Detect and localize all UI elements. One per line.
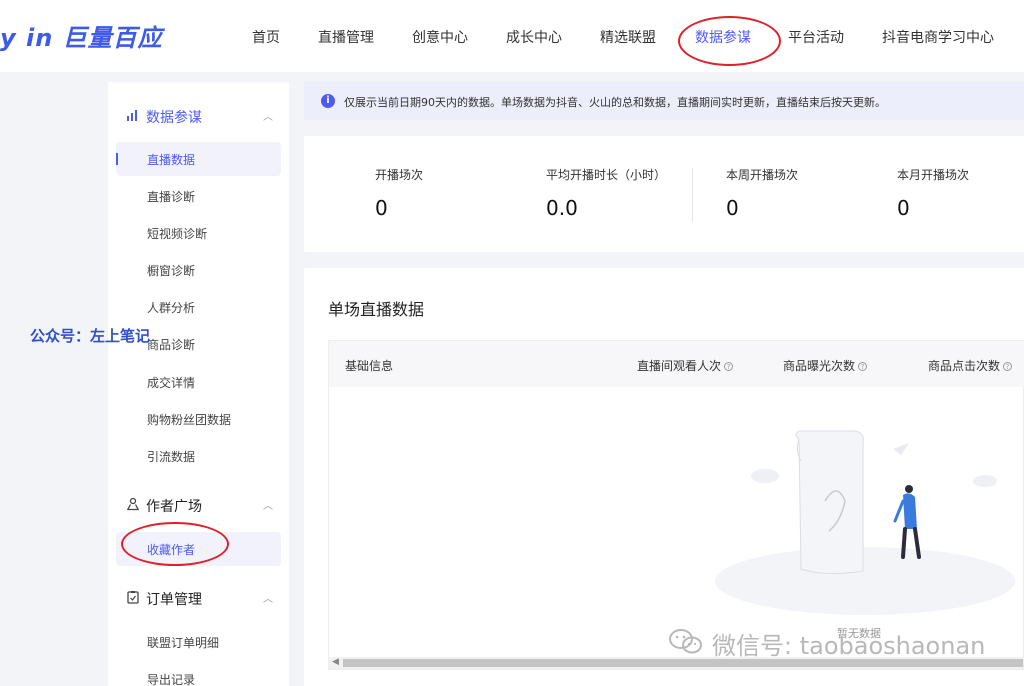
sidebar-item-alliance-orders[interactable]: 联盟订单明细: [116, 625, 281, 659]
divider: [692, 168, 693, 222]
stat-label: 本周开播场次: [726, 168, 799, 182]
help-icon[interactable]: ?: [1003, 362, 1013, 371]
sidebar-item-label: 橱窗诊断: [147, 264, 196, 278]
wechat-icon: [669, 629, 702, 654]
stat-week-count: 本周开播场次 0: [726, 166, 799, 220]
data-table: 基础信息 直播间观看人次? 商品曝光次数? 商品点击次数? 暂无数据 ◀: [328, 340, 1024, 670]
stat-label: 开播场次: [375, 168, 424, 182]
active-indicator: [116, 153, 118, 165]
chart-icon: [126, 108, 140, 122]
nav-learning-center[interactable]: 抖音电商学习中心: [882, 27, 994, 47]
notice-banner: i 仅展示当前日期90天内的数据。单场数据为抖音、火山的总和数据，直播期间实时更…: [304, 82, 1024, 120]
stat-value: 0: [726, 196, 739, 220]
sidebar-item-label: 商品诊断: [147, 338, 196, 352]
sidebar-item-export-records[interactable]: 导出记录: [116, 662, 281, 686]
sidebar-item-window-diagnosis[interactable]: 橱窗诊断: [116, 253, 281, 287]
column-header: 直播间观看人次?: [637, 357, 734, 374]
sidebar-group-order-management[interactable]: 订单管理 ︿: [108, 578, 289, 618]
sidebar-group-label: 订单管理: [146, 592, 202, 608]
sidebar-item-label: 收藏作者: [147, 543, 196, 557]
nav-home[interactable]: 首页: [252, 27, 280, 47]
sidebar-item-label: 导出记录: [147, 673, 196, 686]
info-icon: i: [321, 94, 335, 108]
nav-growth-center[interactable]: 成长中心: [506, 27, 562, 47]
top-navigation: y in 巨量百应 首页 直播管理 创意中心 成长中心 精选联盟 数据参谋 平台…: [0, 0, 1024, 72]
sidebar-item-label: 人群分析: [147, 301, 196, 315]
stat-avg-duration: 平均开播时长（小时） 0.0: [546, 166, 667, 220]
nav-creative-center[interactable]: 创意中心: [412, 27, 468, 47]
watermark-text: 公众号：左上笔记: [30, 327, 151, 345]
sidebar-group-label: 作者广场: [146, 499, 202, 515]
stat-live-count: 开播场次 0: [375, 166, 424, 220]
column-header: 基础信息: [345, 357, 393, 374]
sidebar-item-label: 联盟订单明细: [147, 636, 220, 650]
sidebar-group-data-advisor[interactable]: 数据参谋 ︿: [108, 96, 289, 136]
sidebar-group-author-square[interactable]: 作者广场 ︿: [108, 485, 289, 525]
chevron-up-icon: ︿: [263, 594, 273, 605]
stat-value: 0.0: [546, 196, 578, 220]
single-live-data-panel: 单场直播数据 基础信息 直播间观看人次? 商品曝光次数? 商品点击次数? 暂无数…: [304, 268, 1024, 686]
sidebar-item-label: 引流数据: [147, 450, 196, 464]
help-icon[interactable]: ?: [858, 362, 868, 371]
table-header: 基础信息 直播间观看人次? 商品曝光次数? 商品点击次数?: [329, 341, 1024, 387]
sidebar-item-label: 直播数据: [147, 153, 196, 167]
sidebar-item-traffic-data[interactable]: 引流数据: [116, 439, 281, 473]
sidebar-group-label: 数据参谋: [146, 110, 202, 126]
nav-selected-alliance[interactable]: 精选联盟: [600, 27, 656, 47]
stat-value: 0: [375, 196, 388, 220]
nav-data-advisor[interactable]: 数据参谋: [695, 27, 751, 47]
clipboard-icon: [126, 590, 140, 604]
column-header-label: 基础信息: [345, 359, 394, 373]
stat-label: 本月开播场次: [897, 168, 970, 182]
sidebar: 数据参谋 ︿ 直播数据 直播诊断 短视频诊断 橱窗诊断 人群分析 商品诊断 成交…: [108, 82, 289, 686]
sidebar-item-label: 成交详情: [147, 376, 196, 390]
column-header-label: 商品曝光次数: [783, 359, 856, 373]
sidebar-item-live-data[interactable]: 直播数据: [116, 142, 281, 176]
sidebar-item-label: 购物粉丝团数据: [147, 413, 232, 427]
app-logo[interactable]: y in 巨量百应: [0, 18, 163, 53]
sidebar-item-favorite-authors[interactable]: 收藏作者: [116, 532, 281, 566]
stat-value: 0: [897, 196, 910, 220]
stat-label: 平均开播时长（小时）: [546, 168, 667, 182]
users-icon: [126, 497, 140, 511]
nav-live-management[interactable]: 直播管理: [318, 27, 374, 47]
panel-title: 单场直播数据: [328, 300, 425, 319]
notice-text: 仅展示当前日期90天内的数据。单场数据为抖音、火山的总和数据，直播期间实时更新，…: [344, 96, 886, 109]
sidebar-item-video-diagnosis[interactable]: 短视频诊断: [116, 216, 281, 250]
sidebar-item-fan-group-data[interactable]: 购物粉丝团数据: [116, 402, 281, 436]
column-header-label: 直播间观看人次: [637, 359, 722, 373]
column-header-label: 商品点击次数: [928, 359, 1001, 373]
scroll-left-icon[interactable]: ◀: [332, 657, 339, 667]
sidebar-item-live-diagnosis[interactable]: 直播诊断: [116, 179, 281, 213]
sidebar-item-deal-details[interactable]: 成交详情: [116, 365, 281, 399]
sidebar-item-label: 直播诊断: [147, 190, 196, 204]
empty-state-illustration: [715, 430, 1015, 615]
help-icon[interactable]: ?: [724, 362, 734, 371]
column-header: 商品曝光次数?: [783, 357, 868, 374]
stat-month-count: 本月开播场次 0: [897, 166, 970, 220]
column-header: 商品点击次数?: [928, 357, 1013, 374]
chevron-up-icon: ︿: [263, 501, 273, 512]
watermark-text: 微信号: taobaoshaonan: [712, 632, 986, 660]
chevron-up-icon: ︿: [263, 112, 273, 123]
sidebar-item-label: 短视频诊断: [147, 227, 208, 241]
stats-card: 开播场次 0 平均开播时长（小时） 0.0 本周开播场次 0 本月开播场次 0: [304, 136, 1024, 252]
sidebar-item-audience-analysis[interactable]: 人群分析: [116, 290, 281, 324]
nav-platform-activities[interactable]: 平台活动: [788, 27, 844, 47]
